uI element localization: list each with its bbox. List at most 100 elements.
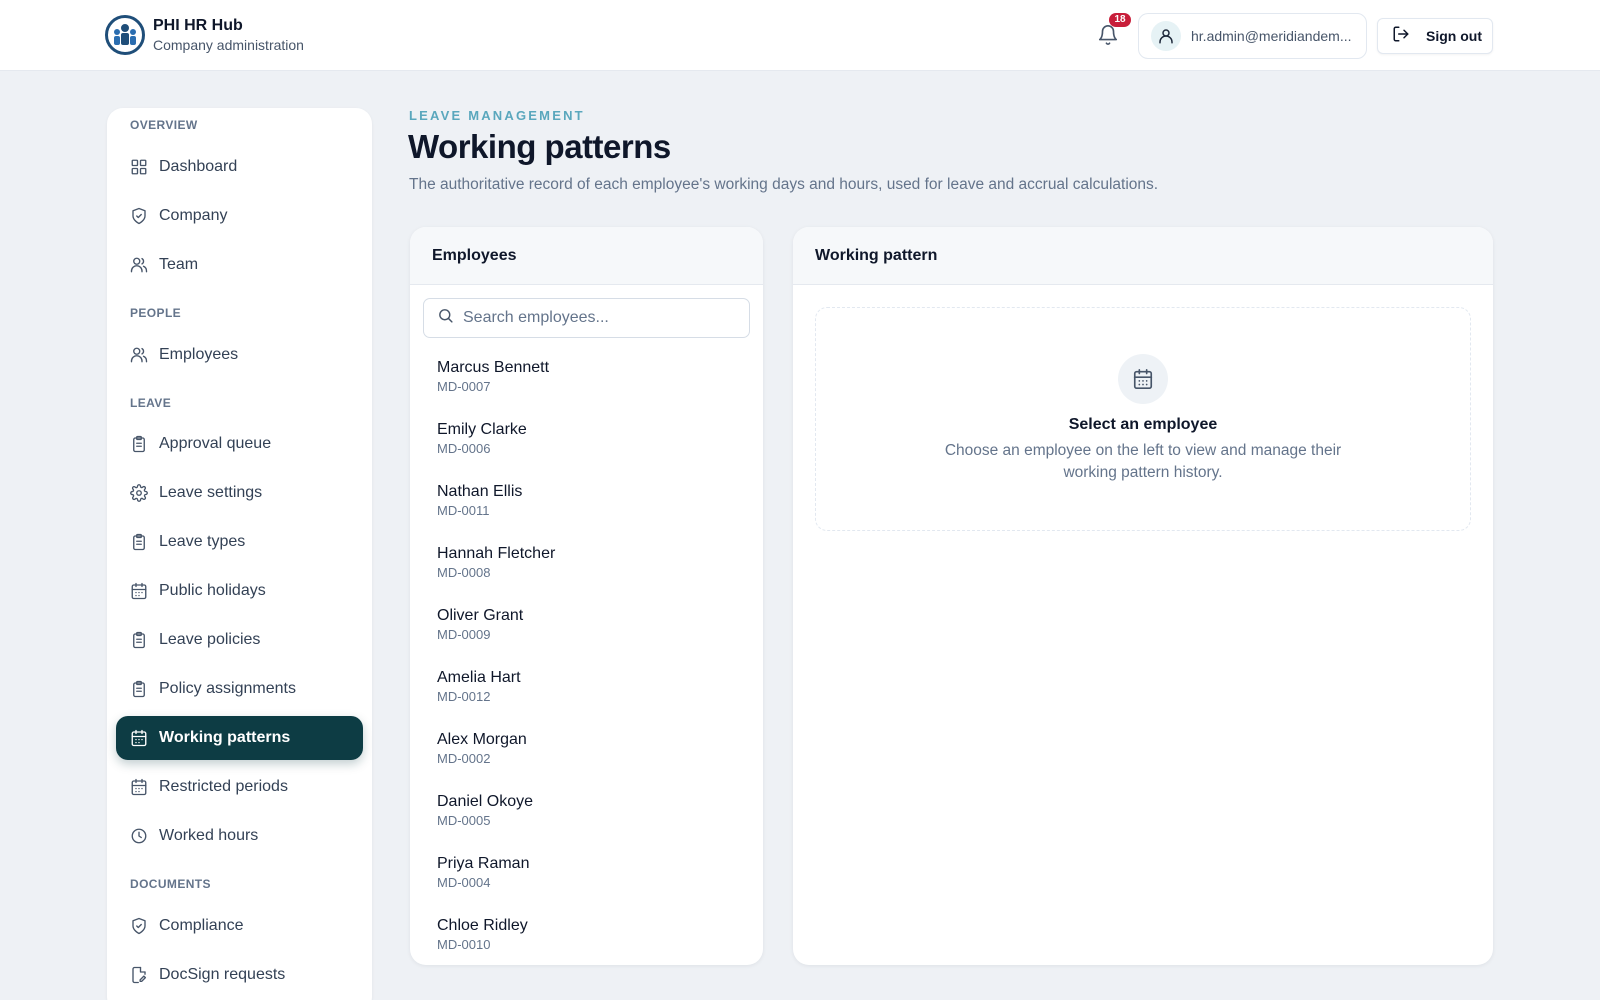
employee-name: Priya Raman: [437, 855, 530, 872]
employee-list-item[interactable]: Chloe Ridley MD-0010: [410, 907, 763, 949]
employee-list-item[interactable]: Marcus Bennett MD-0007: [410, 349, 763, 411]
sidebar-item-label: Working patterns: [159, 729, 291, 746]
employee-name: Marcus Bennett: [437, 359, 550, 376]
sidebar-item-label: Leave policies: [159, 631, 261, 648]
shield-check-icon: [130, 207, 148, 225]
empty-state: Select an employee Choose an employee on…: [815, 307, 1471, 531]
employee-name: Alex Morgan: [437, 731, 527, 748]
sidebar-item-label: Compliance: [159, 917, 244, 934]
empty-state-description: Choose an employee on the left to view a…: [944, 442, 1342, 481]
sidebar-item-policy-assignments[interactable]: Policy assignments: [116, 667, 363, 711]
clipboard-icon: [130, 435, 148, 453]
notification-badge: 18: [1109, 13, 1131, 27]
sidebar-item-label: Public holidays: [159, 582, 266, 599]
user-menu[interactable]: hr.admin@meridiandem...: [1138, 13, 1367, 59]
sidebar-item-label: Company: [159, 207, 228, 224]
employee-name: Chloe Ridley: [437, 917, 528, 934]
clock-icon: [130, 827, 148, 845]
employee-name: Hannah Fletcher: [437, 545, 556, 562]
sidebar-item-leave-settings[interactable]: Leave settings: [116, 471, 363, 515]
working-pattern-panel: Working pattern Select an employee Choos…: [793, 227, 1493, 965]
sidebar-item-label: Restricted periods: [159, 778, 288, 795]
sidebar-item-public-holidays[interactable]: Public holidays: [116, 569, 363, 613]
employee-name: Amelia Hart: [437, 669, 521, 686]
sign-out-icon: [1392, 25, 1410, 48]
calendar-icon: [1118, 354, 1168, 404]
sidebar-item-label: Team: [159, 256, 199, 273]
page-eyebrow: LEAVE MANAGEMENT: [409, 108, 585, 123]
employee-id: MD-0008: [437, 565, 491, 580]
sidebar-item-team[interactable]: Team: [116, 243, 363, 287]
app-title: PHI HR Hub: [153, 17, 243, 34]
shield-check-icon: [130, 917, 148, 935]
employee-id: MD-0009: [437, 627, 491, 642]
employee-id: MD-0002: [437, 751, 491, 766]
employee-list-item[interactable]: Nathan Ellis MD-0011: [410, 473, 763, 535]
employee-list-item[interactable]: Priya Raman MD-0004: [410, 845, 763, 907]
employee-id: MD-0012: [437, 689, 491, 704]
employee-list-item[interactable]: Amelia Hart MD-0012: [410, 659, 763, 721]
file-signature-icon: [130, 966, 148, 984]
calendar-icon: [130, 778, 148, 796]
employee-name: Nathan Ellis: [437, 483, 523, 500]
sidebar-item-label: Leave settings: [159, 484, 263, 501]
clipboard-icon: [130, 533, 148, 551]
calendar-icon: [130, 729, 148, 747]
brand-logo-icon: [105, 15, 145, 55]
sidebar-item-worked-hours[interactable]: Worked hours: [116, 814, 363, 858]
sidebar-item-leave-policies[interactable]: Leave policies: [116, 618, 363, 662]
app-subtitle: Company administration: [153, 37, 304, 53]
employee-id: MD-0006: [437, 441, 491, 456]
employee-list-item[interactable]: Alex Morgan MD-0002: [410, 721, 763, 783]
bell-icon[interactable]: [1097, 24, 1119, 46]
sidebar-item-label: Approval queue: [159, 435, 272, 452]
grid-icon: [130, 158, 148, 176]
search-input[interactable]: [463, 309, 733, 327]
sign-out-label: Sign out: [1426, 28, 1482, 44]
employees-panel-title: Employees: [410, 227, 763, 285]
employee-list-item[interactable]: Hannah Fletcher MD-0008: [410, 535, 763, 597]
section-title-overview: OVERVIEW: [130, 118, 198, 132]
gear-icon: [130, 484, 148, 502]
calendar-icon: [130, 582, 148, 600]
working-pattern-panel-title: Working pattern: [793, 227, 1493, 285]
brand[interactable]: PHI HR Hub Company administration: [105, 15, 304, 55]
employee-id: MD-0010: [437, 937, 491, 949]
employee-id: MD-0007: [437, 379, 491, 394]
employee-id: MD-0004: [437, 875, 491, 890]
employee-name: Emily Clarke: [437, 421, 527, 438]
employee-list-item[interactable]: Oliver Grant MD-0009: [410, 597, 763, 659]
sidebar-item-working-patterns[interactable]: Working patterns: [116, 716, 363, 760]
sidebar-item-label: Employees: [159, 346, 239, 363]
sidebar-item-dashboard[interactable]: Dashboard: [116, 145, 363, 189]
users-icon: [130, 256, 148, 274]
section-title-leave: LEAVE: [130, 396, 172, 410]
section-title-people: PEOPLE: [130, 306, 182, 320]
sidebar-item-employees[interactable]: Employees: [116, 333, 363, 377]
clipboard-icon: [130, 680, 148, 698]
page-description: The authoritative record of each employe…: [409, 176, 1159, 193]
employee-id: MD-0005: [437, 813, 491, 828]
sidebar-item-docsign-requests[interactable]: DocSign requests: [116, 953, 363, 997]
sidebar-item-compliance[interactable]: Compliance: [116, 904, 363, 948]
sidebar: OVERVIEW Dashboard Company Team PEOPLE E…: [107, 108, 372, 1000]
sidebar-item-restricted-periods[interactable]: Restricted periods: [116, 765, 363, 809]
users-icon: [130, 346, 148, 364]
user-email: hr.admin@meridiandem...: [1191, 28, 1352, 44]
sign-out-button[interactable]: Sign out: [1377, 18, 1493, 54]
sidebar-item-approval-queue[interactable]: Approval queue: [116, 422, 363, 466]
employee-id: MD-0011: [437, 503, 490, 518]
sidebar-item-label: Leave types: [159, 533, 246, 550]
user-icon: [1151, 21, 1181, 51]
employees-panel: Employees Marcus Bennett MD-0007 Emily Cl…: [410, 227, 763, 965]
top-bar: PHI HR Hub Company administration 18 hr.…: [0, 0, 1600, 71]
sidebar-item-label: Dashboard: [159, 158, 238, 175]
employee-name: Daniel Okoye: [437, 793, 534, 810]
sidebar-item-leave-types[interactable]: Leave types: [116, 520, 363, 564]
clipboard-icon: [130, 631, 148, 649]
search-field[interactable]: [423, 298, 750, 338]
employee-list: Marcus Bennett MD-0007 Emily Clarke MD-000…: [410, 349, 763, 949]
sidebar-item-company[interactable]: Company: [116, 194, 363, 238]
employee-list-item[interactable]: Emily Clarke MD-0006: [410, 411, 763, 473]
employee-list-item[interactable]: Daniel Okoye MD-0005: [410, 783, 763, 845]
